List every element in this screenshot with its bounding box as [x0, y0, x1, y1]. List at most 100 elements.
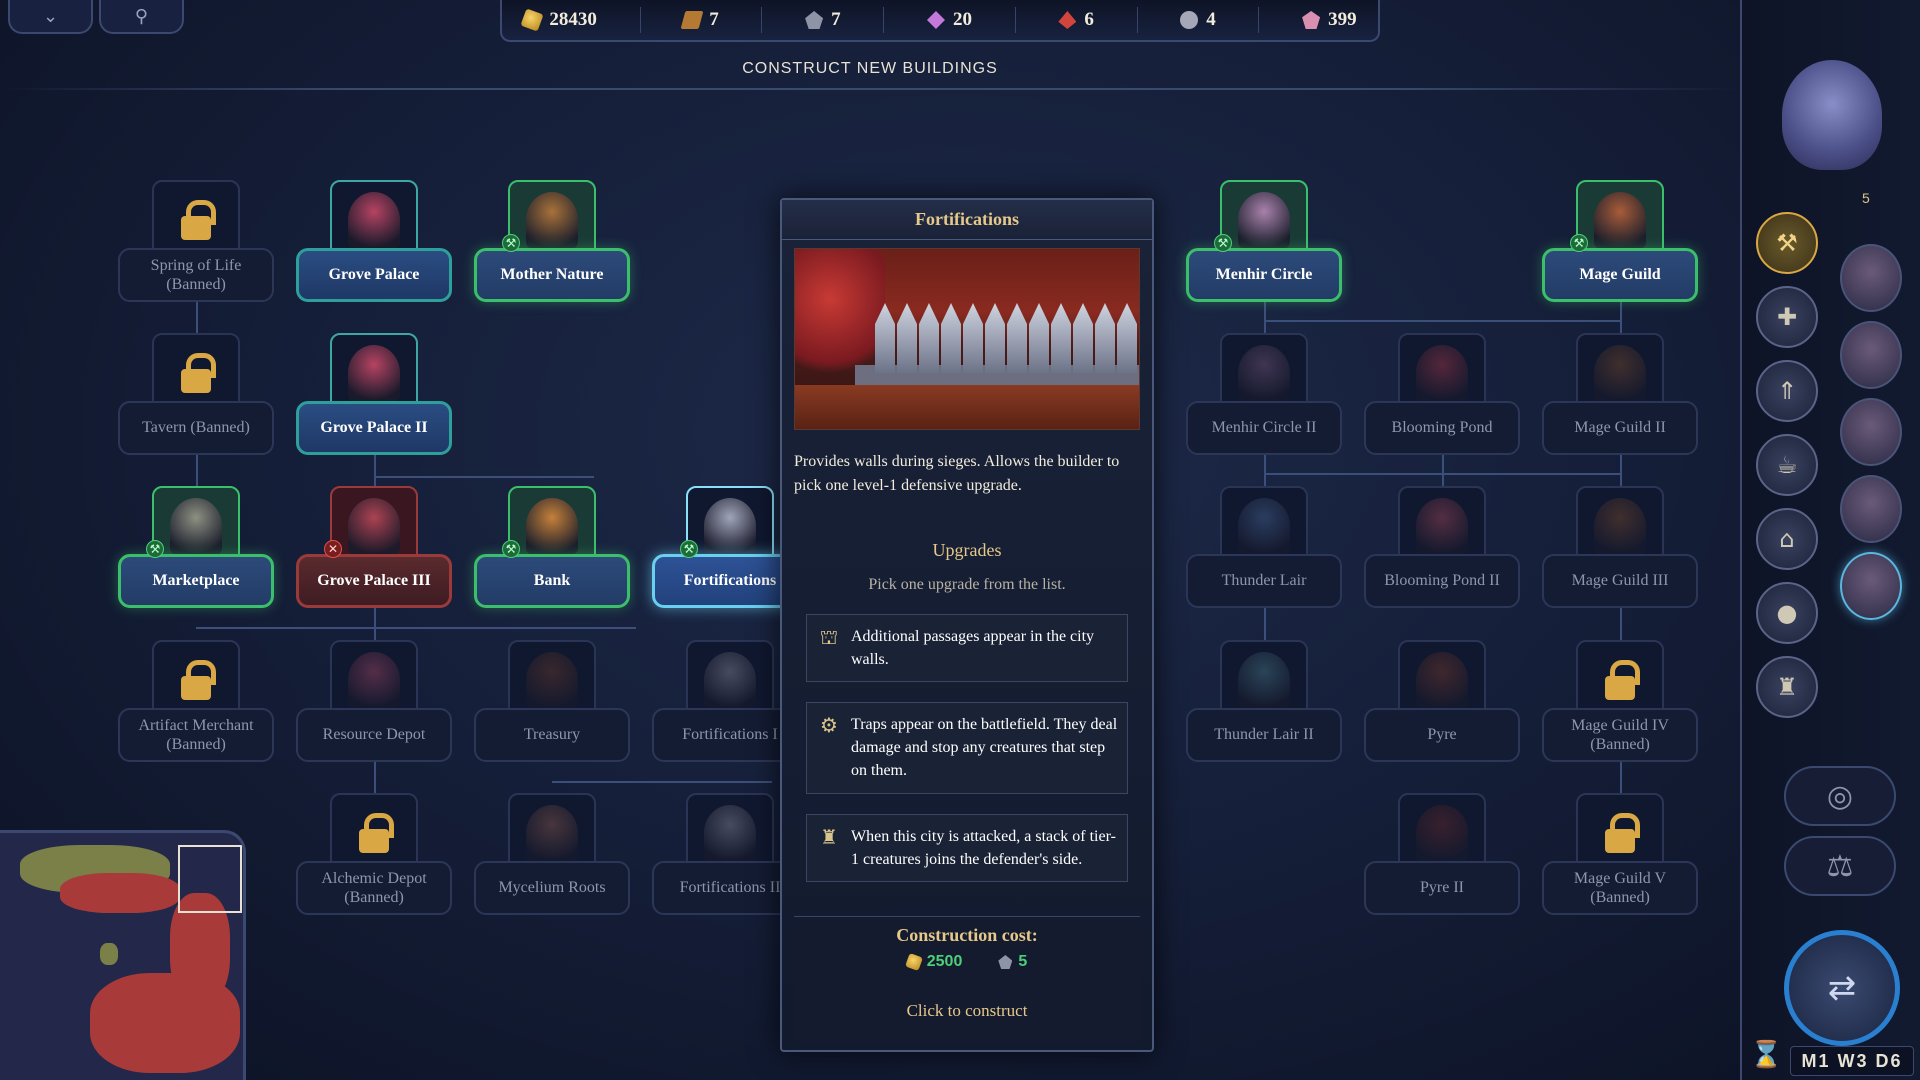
- building-resource-depot[interactable]: Resource Depot: [296, 640, 456, 768]
- building-label: Menhir Circle: [1186, 248, 1342, 302]
- screen-title: CONSTRUCT NEW BUILDINGS: [742, 60, 998, 77]
- building-label: Thunder Lair: [1186, 554, 1342, 608]
- fort-button[interactable]: ♜: [1756, 656, 1818, 718]
- balance-button[interactable]: ⚖: [1784, 836, 1896, 896]
- building-marketplace[interactable]: ⚒ Marketplace: [118, 486, 278, 614]
- town-portrait[interactable]: [1840, 244, 1902, 312]
- resource-value: 20: [952, 9, 972, 30]
- building-label: Mother Nature: [474, 248, 630, 302]
- building-bank[interactable]: ⚒ Bank: [474, 486, 634, 614]
- building-icon: [526, 192, 578, 248]
- building-spring-of-life[interactable]: Spring of Life (Banned): [118, 180, 278, 308]
- building-label: Blooming Pond II: [1364, 554, 1520, 608]
- building-pyre[interactable]: Pyre: [1364, 640, 1524, 768]
- upgrade-button[interactable]: ⇑: [1756, 360, 1818, 422]
- construct-button[interactable]: Click to construct: [794, 1001, 1140, 1021]
- building-alchemic-depot[interactable]: Alchemic Depot (Banned): [296, 793, 456, 921]
- can-build-icon: ⚒: [1570, 234, 1588, 252]
- building-label: Bank: [474, 554, 630, 608]
- building-icon: [1238, 192, 1290, 248]
- resource-value: 7: [831, 9, 841, 30]
- building-icon: [1238, 345, 1290, 401]
- building-icon: [704, 498, 756, 554]
- upgrade-option[interactable]: ⛫ Additional passages appear in the city …: [806, 614, 1128, 683]
- building-icon: [1416, 345, 1468, 401]
- building-grove-palace-iii[interactable]: ✕ Grove Palace III: [296, 486, 456, 614]
- building-tavern[interactable]: Tavern (Banned): [118, 333, 278, 461]
- gold-icon: [904, 953, 923, 971]
- building-blooming-pond[interactable]: Blooming Pond: [1364, 333, 1524, 461]
- fortifications-illustration: [794, 248, 1140, 430]
- building-mage-guild-iv[interactable]: Mage Guild IV (Banned): [1542, 640, 1702, 768]
- gate-icon: ⛫: [819, 625, 839, 649]
- palisade-spike: [1117, 303, 1137, 373]
- upgrade-option[interactable]: ♜ When this city is attacked, a stack of …: [806, 814, 1128, 883]
- building-blooming-pond-ii[interactable]: Blooming Pond II: [1364, 486, 1524, 614]
- town-portrait[interactable]: [1840, 321, 1902, 389]
- reinforcement-icon: ♜: [820, 825, 838, 849]
- tooltip-description: Provides walls during sieges. Allows the…: [794, 453, 1120, 494]
- add-unit-icon: ✚: [1776, 303, 1798, 331]
- tower-icon: ♜: [1776, 673, 1798, 701]
- building-label: Alchemic Depot (Banned): [296, 861, 452, 915]
- building-thunder-lair-ii[interactable]: Thunder Lair II: [1186, 640, 1346, 768]
- building-mage-guild-ii[interactable]: Mage Guild II: [1542, 333, 1702, 461]
- view-button[interactable]: ◎: [1784, 766, 1896, 826]
- building-icon: [348, 192, 400, 248]
- build-button[interactable]: ⚒: [1756, 212, 1818, 274]
- minimap-viewport[interactable]: [178, 845, 242, 913]
- building-grove-palace[interactable]: Grove Palace: [296, 180, 456, 308]
- recruit-button[interactable]: ✚: [1756, 286, 1818, 348]
- minimap-hero-marker: [100, 943, 118, 965]
- end-turn-button[interactable]: ⇄: [1784, 930, 1900, 1046]
- building-icon: [1416, 652, 1468, 708]
- market-icon: ⌂: [1779, 525, 1795, 553]
- hourglass-icon[interactable]: ⌛: [1750, 1040, 1782, 1076]
- market-button[interactable]: ⌂: [1756, 508, 1818, 570]
- palisade-spike: [1029, 303, 1049, 373]
- town-count: 5: [1862, 190, 1870, 206]
- building-treasury[interactable]: Treasury: [474, 640, 634, 768]
- building-artifact-merchant[interactable]: Artifact Merchant (Banned): [118, 640, 278, 768]
- building-mage-guild-v[interactable]: Mage Guild V (Banned): [1542, 793, 1702, 921]
- building-label: Menhir Circle II: [1186, 401, 1342, 455]
- crystal-icon: [926, 11, 945, 29]
- resource-wood: 7: [680, 9, 719, 31]
- tavern-button[interactable]: ☕: [1756, 434, 1818, 496]
- collapse-menu-button[interactable]: ⌄: [8, 0, 93, 34]
- town-portrait[interactable]: [1840, 475, 1902, 543]
- building-label: Grove Palace II: [296, 401, 452, 455]
- building-thunder-lair[interactable]: Thunder Lair: [1186, 486, 1346, 614]
- building-mage-guild-iii[interactable]: Mage Guild III: [1542, 486, 1702, 614]
- construction-cost-panel: Construction cost: 2500 5 Click to constr…: [794, 916, 1140, 1042]
- resource-value: 6: [1084, 9, 1094, 30]
- town-portrait[interactable]: [1840, 552, 1902, 620]
- upgrades-title: Upgrades: [932, 540, 1002, 560]
- map-pin-button[interactable]: ⚲: [99, 0, 184, 34]
- building-icon: [1594, 192, 1646, 248]
- resource-separator: [1014, 7, 1016, 33]
- tree-connector: [374, 476, 594, 478]
- palisade-spike: [941, 303, 961, 373]
- building-mage-guild[interactable]: ⚒ Mage Guild: [1542, 180, 1702, 308]
- resource-separator: [761, 7, 763, 33]
- building-mother-nature[interactable]: ⚒ Mother Nature: [474, 180, 634, 308]
- resource-value: 28430: [549, 9, 597, 30]
- town-portrait[interactable]: [1840, 398, 1902, 466]
- building-menhir-circle[interactable]: ⚒ Menhir Circle: [1186, 180, 1346, 308]
- building-label: Resource Depot: [296, 708, 452, 762]
- building-pyre-ii[interactable]: Pyre II: [1364, 793, 1524, 921]
- upgrade-option[interactable]: ⚙ Traps appear on the battlefield. They d…: [806, 702, 1128, 794]
- ore-icon: [805, 11, 824, 29]
- building-grove-palace-ii[interactable]: Grove Palace II: [296, 333, 456, 461]
- resources-button[interactable]: ●: [1756, 582, 1818, 644]
- minimap[interactable]: [0, 830, 246, 1080]
- hammer-icon: ⚒: [1776, 229, 1798, 257]
- header-divider: [0, 88, 1740, 90]
- building-mycelium-roots[interactable]: Mycelium Roots: [474, 793, 634, 921]
- resource-dust: 399: [1302, 9, 1357, 31]
- building-menhir-circle-ii[interactable]: Menhir Circle II: [1186, 333, 1346, 461]
- cost-value: 2500: [926, 953, 963, 970]
- can-build-icon: ⚒: [146, 540, 164, 558]
- lock-icon: [181, 353, 216, 393]
